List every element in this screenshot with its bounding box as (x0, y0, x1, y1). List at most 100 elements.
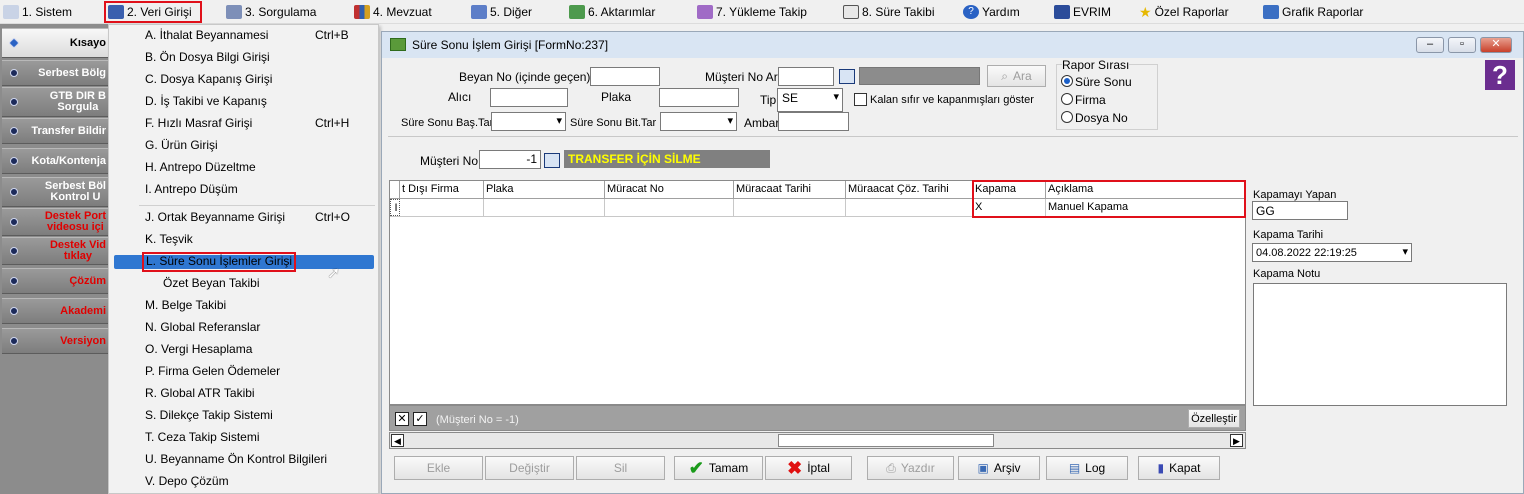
menu-item-sure-sonu[interactable]: L. Süre Sonu İşlemler Girişi (142, 252, 297, 272)
menu-item-ortak-beyanname[interactable]: J. Ortak Beyanname Girişi Ctrl+O (145, 207, 350, 228)
close-button[interactable]: ✕ (1480, 37, 1512, 53)
kapama-tarihi-input[interactable]: 04.08.2022 22:19:25 (1252, 243, 1412, 262)
menu-evrim[interactable]: EVRIM (1054, 2, 1111, 22)
radio-firma[interactable] (1061, 93, 1073, 105)
menu-item-ozet-beyan[interactable]: Özet Beyan Takibi (163, 273, 260, 294)
cell-muracaat-tarihi[interactable] (734, 199, 846, 216)
yazdir-button[interactable]: ⎙ Yazdır (867, 456, 954, 480)
menu-item-urun[interactable]: G. Ürün Girişi (145, 135, 218, 156)
iptal-button[interactable]: ✖ İptal (765, 456, 852, 480)
menu-veri-girisi[interactable]: 2. Veri Girişi (104, 1, 202, 23)
menu-diger[interactable]: 5. Diğer (471, 2, 532, 22)
sidebar-item-versiyon[interactable]: Versiyon (2, 328, 108, 354)
menu-item-hizli-masraf[interactable]: F. Hızlı Masraf Girişi Ctrl+H (145, 113, 349, 134)
menu-sistem[interactable]: 1. Sistem (3, 2, 72, 22)
bas-tar-input[interactable] (491, 112, 566, 131)
window-titlebar[interactable]: Süre Sonu İşlem Girişi [FormNo:237] – ▫ … (382, 32, 1523, 58)
menu-item-belge-takibi[interactable]: M. Belge Takibi (145, 295, 226, 316)
archive-icon: ▣ (977, 461, 989, 475)
menu-item-dosya-kapanis[interactable]: C. Dosya Kapanış Girişi (145, 69, 272, 90)
bit-tar-input[interactable] (660, 112, 737, 131)
menu-grafik-raporlar[interactable]: Grafik Raporlar (1263, 2, 1363, 22)
sidebar-item-serbest-bolge[interactable]: Serbest Bölg (2, 60, 108, 86)
menu-item-on-kontrol[interactable]: U. Beyanname Ön Kontrol Bilgileri (145, 449, 327, 470)
sidebar-item-transfer[interactable]: Transfer Bildir (2, 118, 108, 144)
scroll-left-icon[interactable]: ◀ (391, 434, 404, 447)
sidebar-item-akademi[interactable]: Akademi (2, 298, 108, 324)
records-grid: t Dışı Firma Plaka Müracat No Müracaat T… (389, 180, 1246, 405)
sidebar-item-kota[interactable]: Kota/Kontenja (2, 148, 108, 174)
calendar-icon[interactable] (839, 69, 855, 84)
help-question-icon[interactable]: ? (1485, 60, 1515, 90)
degistir-button[interactable]: Değiştir (485, 456, 574, 480)
ambar-input[interactable] (778, 112, 849, 131)
menu-item-ithalat[interactable]: A. İthalat Beyannamesi Ctrl+B (145, 25, 349, 46)
col-muracaat-tarihi[interactable]: Müracaat Tarihi (734, 181, 846, 198)
cell-muracat-no[interactable] (605, 199, 734, 216)
menu-yukleme-takip[interactable]: 7. Yükleme Takip (697, 2, 807, 22)
cell-coz-tarihi[interactable] (846, 199, 973, 216)
bullet-icon (10, 277, 18, 285)
musteri-ara-input[interactable] (778, 67, 834, 86)
menu-item-dilekce[interactable]: S. Dilekçe Takip Sistemi (145, 405, 273, 426)
beyan-no-input[interactable] (590, 67, 660, 86)
sidebar-item-cozum[interactable]: Çözüm (2, 268, 108, 294)
musteri-no-input[interactable]: -1 (479, 150, 541, 169)
sidebar-item-destek-portal[interactable]: Destek Port videosu içi (2, 208, 108, 236)
menu-item-vergi-hesaplama[interactable]: O. Vergi Hesaplama (145, 339, 252, 360)
sidebar-item-destek-video[interactable]: Destek Vid tıklay (2, 237, 108, 265)
musteri-ara-label: Müşteri No Ara (705, 70, 785, 84)
horizontal-scrollbar[interactable]: ◀ ▶ (389, 432, 1246, 449)
sidebar-header[interactable]: Kısayo (2, 28, 108, 58)
clear-filter-icon[interactable]: ✕ (395, 412, 409, 426)
col-firma[interactable]: t Dışı Firma (400, 181, 484, 198)
kapat-button[interactable]: ▮ Kapat (1138, 456, 1220, 480)
menu-sure-takibi[interactable]: 8. Süre Takibi (843, 2, 935, 22)
log-button[interactable]: ▤ Log (1046, 456, 1128, 480)
radio-dosya-no[interactable] (1061, 111, 1073, 123)
scroll-right-icon[interactable]: ▶ (1230, 434, 1243, 447)
kapamayi-yapan-input[interactable]: GG (1252, 201, 1348, 220)
menu-aktarimlar[interactable]: 6. Aktarımlar (569, 2, 655, 22)
menu-yardim[interactable]: ? Yardım (963, 2, 1020, 22)
ara-button[interactable]: ⌕ Ara (987, 65, 1046, 87)
menu-item-firma-odemeler[interactable]: P. Firma Gelen Ödemeler (145, 361, 280, 382)
menu-item-tesvik[interactable]: K. Teşvik (145, 229, 193, 250)
sil-button[interactable]: Sil (576, 456, 665, 480)
tip-select[interactable]: SE (777, 88, 843, 112)
menu-sorgulama[interactable]: 3. Sorgulama (226, 2, 316, 22)
menu-item-antrepo-duzeltme[interactable]: H. Antrepo Düzeltme (145, 157, 256, 178)
sidebar-item-serbest-kontrol[interactable]: Serbest Böl Kontrol U (2, 177, 108, 207)
musteri-no-label: Müşteri No (420, 154, 479, 168)
kalan-checkbox[interactable] (854, 93, 867, 106)
scroll-thumb[interactable] (778, 434, 994, 447)
menu-item-on-dosya[interactable]: B. Ön Dosya Bilgi Girişi (145, 47, 270, 68)
menu-item-global-referanslar[interactable]: N. Global Referanslar (145, 317, 260, 338)
cell-plaka[interactable] (484, 199, 605, 216)
menu-item-antrepo-dusum[interactable]: I. Antrepo Düşüm (145, 179, 238, 200)
tamam-button[interactable]: ✔ Tamam (674, 456, 763, 480)
customize-button[interactable]: Özelleştir (1188, 409, 1240, 428)
filter-checkbox[interactable]: ✓ (413, 412, 427, 426)
col-muracat-no[interactable]: Müracat No (605, 181, 734, 198)
col-plaka[interactable]: Plaka (484, 181, 605, 198)
plaka-input[interactable] (659, 88, 739, 107)
sidebar-item-gtb[interactable]: GTB DIR B Sorgula (2, 87, 108, 117)
arsiv-button[interactable]: ▣ Arşiv (958, 456, 1040, 480)
ekle-button[interactable]: Ekle (394, 456, 483, 480)
col-coz-tarihi[interactable]: Müraacat Çöz. Tarihi (846, 181, 973, 198)
menu-item-depo-cozum[interactable]: V. Depo Çözüm (145, 471, 229, 492)
menu-mevzuat[interactable]: 4. Mevzuat (354, 2, 432, 22)
alici-input[interactable] (490, 88, 568, 107)
kapama-notu-textarea[interactable] (1253, 283, 1507, 406)
minimize-button[interactable]: – (1416, 37, 1444, 53)
calendar-icon[interactable] (544, 153, 560, 168)
sure-sonu-window: Süre Sonu İşlem Girişi [FormNo:237] – ▫ … (381, 31, 1524, 494)
maximize-button[interactable]: ▫ (1448, 37, 1476, 53)
radio-sure-sonu[interactable] (1061, 75, 1073, 87)
menu-item-global-atr[interactable]: R. Global ATR Takibi (145, 383, 255, 404)
cell-firma[interactable] (400, 199, 484, 216)
menu-item-ceza-takip[interactable]: T. Ceza Takip Sistemi (145, 427, 260, 448)
menu-ozel-raporlar[interactable]: ★ Özel Raporlar (1139, 2, 1229, 22)
menu-item-is-takibi[interactable]: D. İş Takibi ve Kapanış (145, 91, 267, 112)
